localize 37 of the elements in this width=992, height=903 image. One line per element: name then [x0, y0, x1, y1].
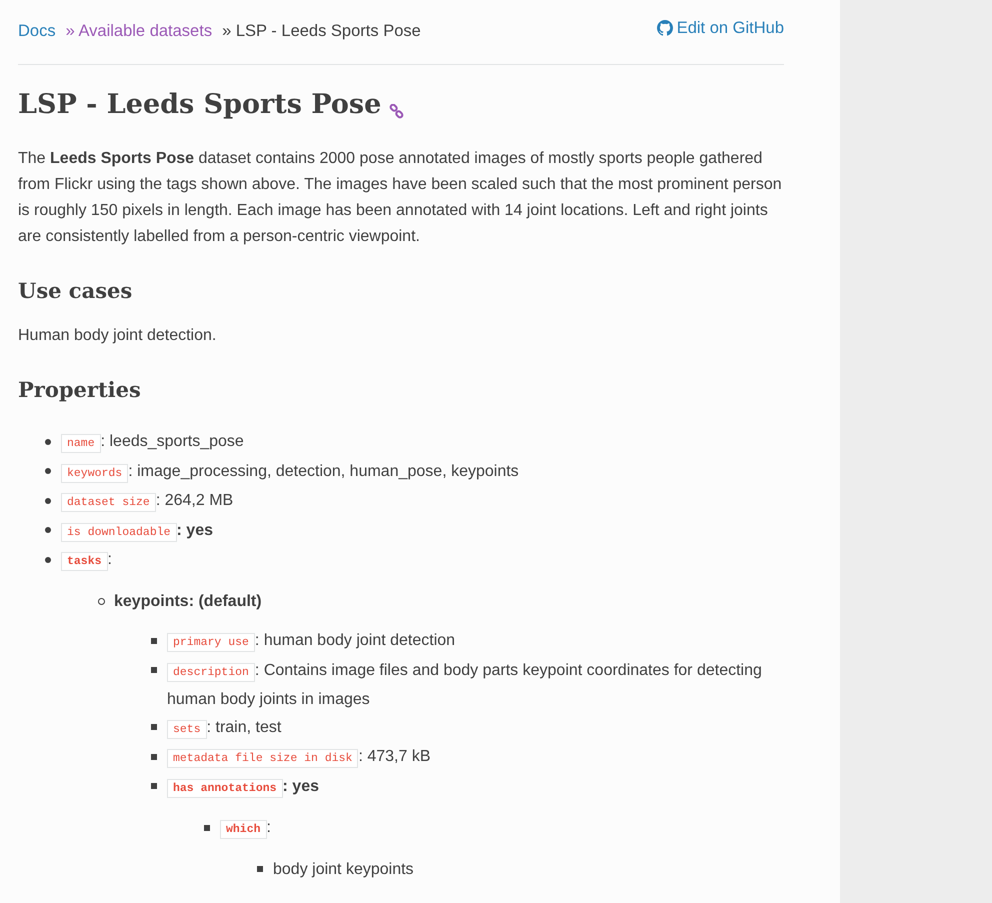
- bullet-icon: [45, 527, 51, 534]
- intro-paragraph: The Leeds Sports Pose dataset contains 2000 pose annotated images of mostly sports people gathered from Flickr using the tags shown above. The images have been scaled such that the most prominent person is roughly 150 pixels in length. Each image has been annotated with 14 joint locations. Left and right joints are consistently labelled from a person-centric viewpoint.: [18, 149, 783, 247]
- edit-on-github-link[interactable]: Edit on GitHub: [656, 18, 784, 38]
- breadcrumb-link[interactable]: » Available datasets: [66, 22, 212, 40]
- bullet-icon: [151, 754, 157, 760]
- bullet-icon: [45, 468, 51, 474]
- property-item: tasks :: [61, 546, 784, 576]
- property-item: description : Contains image files and body parts keypoint coordinates for detecting human body joints in images: [167, 660, 763, 710]
- property-item: keywords : image_processing, detection, human_pose, keypoints: [61, 458, 784, 487]
- bullet-icon: [45, 498, 51, 504]
- list-text: body joint keypoints: [273, 860, 415, 880]
- property-item: primary use : human body joint detection: [167, 627, 784, 656]
- bullet-icon: [151, 724, 157, 730]
- page-title: LSP - Leeds Sports Pose: [18, 89, 382, 120]
- property-item: dataset size : 264,2 MB: [61, 487, 784, 516]
- github-icon: [656, 20, 673, 36]
- property-item: name : leeds_sports_pose: [61, 428, 784, 458]
- property-item: has annotations : yes: [167, 772, 784, 802]
- section-heading: Use cases: [18, 278, 134, 303]
- link-icon[interactable]: [389, 104, 404, 119]
- section-heading: Properties: [18, 377, 142, 402]
- property-item: sets : train, test: [167, 714, 784, 743]
- property-item: metadata file size in disk : 473,7 kB: [167, 743, 784, 772]
- section-text: Human body joint detection.: [18, 326, 218, 346]
- bullet-icon: [151, 667, 157, 674]
- property-item: which :: [220, 814, 784, 844]
- breadcrumb-current: » LSP - Leeds Sports Pose: [222, 22, 421, 40]
- list-text: keypoints: (default): [114, 592, 263, 612]
- bullet-icon: [45, 438, 51, 445]
- bullet-icon: [204, 824, 210, 831]
- bullet-icon: [151, 638, 157, 644]
- property-item: is downloadable : yes: [61, 516, 784, 546]
- bullet-icon: [45, 556, 51, 563]
- breadcrumb-link[interactable]: Docs: [18, 22, 56, 40]
- bullet-icon: [98, 598, 105, 605]
- bullet-icon: [257, 866, 263, 872]
- bullet-icon: [151, 783, 157, 790]
